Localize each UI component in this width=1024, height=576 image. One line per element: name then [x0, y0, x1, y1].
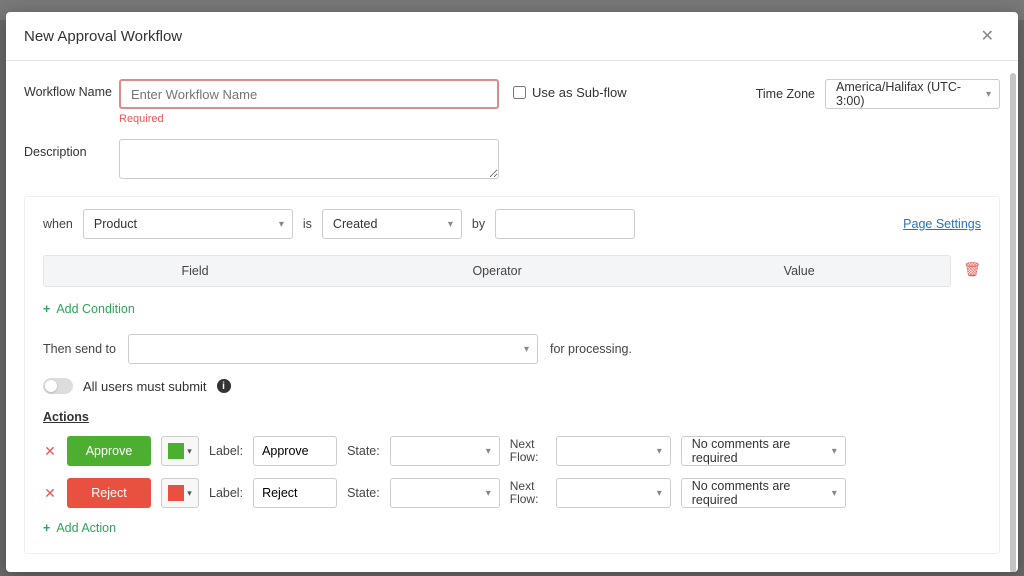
- reject-button[interactable]: Reject: [67, 478, 151, 508]
- label-text: Label:: [209, 444, 243, 458]
- approve-color-picker[interactable]: ▾: [161, 436, 199, 466]
- reject-label-input[interactable]: [253, 478, 337, 508]
- workflow-name-label: Workflow Name: [24, 79, 119, 99]
- workflow-name-required-text: Required: [119, 113, 499, 125]
- is-keyword: is: [303, 217, 312, 231]
- all-users-toggle[interactable]: [43, 378, 73, 394]
- by-input[interactable]: [495, 209, 635, 239]
- all-users-label: All users must submit: [83, 379, 207, 394]
- info-icon[interactable]: i: [217, 379, 231, 393]
- remove-action-icon[interactable]: ✕: [43, 485, 57, 502]
- add-action-link[interactable]: Add Action: [43, 521, 116, 535]
- modal-body: Workflow Name Required Use as Sub-flow T…: [6, 61, 1018, 572]
- trigger-section: when Product is Created by Page Settings…: [24, 196, 1000, 554]
- when-keyword: when: [43, 217, 73, 231]
- by-keyword: by: [472, 217, 485, 231]
- send-suffix: for processing.: [550, 342, 632, 356]
- chevron-down-icon: ▾: [187, 446, 192, 457]
- event-select[interactable]: Created: [322, 209, 462, 239]
- nextflow-text: Next Flow:: [510, 438, 546, 464]
- action-row-reject: ✕ Reject ▾ Label: State: Next Flow: No c…: [43, 478, 981, 508]
- state-text: State:: [347, 486, 380, 500]
- page-settings-link[interactable]: Page Settings: [903, 217, 981, 231]
- conditions-header-operator: Operator: [346, 264, 648, 278]
- timezone-wrap: Time Zone America/Halifax (UTC-3:00): [756, 79, 1000, 109]
- close-icon[interactable]: ✕: [975, 24, 1000, 48]
- subflow-checkbox[interactable]: [513, 86, 526, 99]
- description-row: Description: [24, 139, 1000, 182]
- workflow-name-field: Required: [119, 79, 499, 125]
- approve-comments-select[interactable]: No comments are required: [681, 436, 846, 466]
- approve-state-select[interactable]: [390, 436, 500, 466]
- workflow-name-row: Workflow Name Required Use as Sub-flow T…: [24, 79, 1000, 125]
- swatch-red: [168, 485, 184, 501]
- nextflow-text: Next Flow:: [510, 480, 546, 506]
- description-input[interactable]: [119, 139, 499, 179]
- conditions-area: Field Operator Value 🗑: [43, 255, 981, 287]
- scrollbar[interactable]: [1010, 73, 1016, 572]
- actions-heading: Actions: [43, 410, 981, 424]
- workflow-name-input[interactable]: [119, 79, 499, 109]
- approve-button[interactable]: Approve: [67, 436, 151, 466]
- subflow-checkbox-wrap[interactable]: Use as Sub-flow: [513, 79, 627, 100]
- new-approval-workflow-modal: New Approval Workflow ✕ Workflow Name Re…: [6, 12, 1018, 572]
- conditions-header-row: Field Operator Value: [43, 255, 951, 287]
- subflow-label: Use as Sub-flow: [532, 85, 627, 100]
- trigger-row: when Product is Created by Page Settings: [43, 209, 981, 239]
- description-field: [119, 139, 499, 182]
- reject-nextflow-select[interactable]: [556, 478, 671, 508]
- approve-label-input[interactable]: [253, 436, 337, 466]
- conditions-header-field: Field: [44, 264, 346, 278]
- entity-select[interactable]: Product: [83, 209, 293, 239]
- description-label: Description: [24, 139, 119, 159]
- timezone-label: Time Zone: [756, 87, 815, 101]
- all-users-toggle-row: All users must submit i: [43, 378, 981, 394]
- modal-header: New Approval Workflow ✕: [6, 12, 1018, 61]
- action-row-approve: ✕ Approve ▾ Label: State: Next Flow: No …: [43, 436, 981, 466]
- reject-color-picker[interactable]: ▾: [161, 478, 199, 508]
- remove-action-icon[interactable]: ✕: [43, 443, 57, 460]
- delete-condition-icon[interactable]: 🗑: [963, 255, 981, 278]
- conditions-header-value: Value: [648, 264, 950, 278]
- send-prefix: Then send to: [43, 342, 116, 356]
- swatch-green: [168, 443, 184, 459]
- chevron-down-icon: ▾: [187, 488, 192, 499]
- timezone-select[interactable]: America/Halifax (UTC-3:00): [825, 79, 1000, 109]
- approve-nextflow-select[interactable]: [556, 436, 671, 466]
- reject-comments-select[interactable]: No comments are required: [681, 478, 846, 508]
- modal-title: New Approval Workflow: [24, 28, 182, 45]
- send-to-row: Then send to for processing.: [43, 334, 981, 364]
- add-condition-link[interactable]: Add Condition: [43, 302, 135, 316]
- reject-state-select[interactable]: [390, 478, 500, 508]
- send-to-select[interactable]: [128, 334, 538, 364]
- state-text: State:: [347, 444, 380, 458]
- label-text: Label:: [209, 486, 243, 500]
